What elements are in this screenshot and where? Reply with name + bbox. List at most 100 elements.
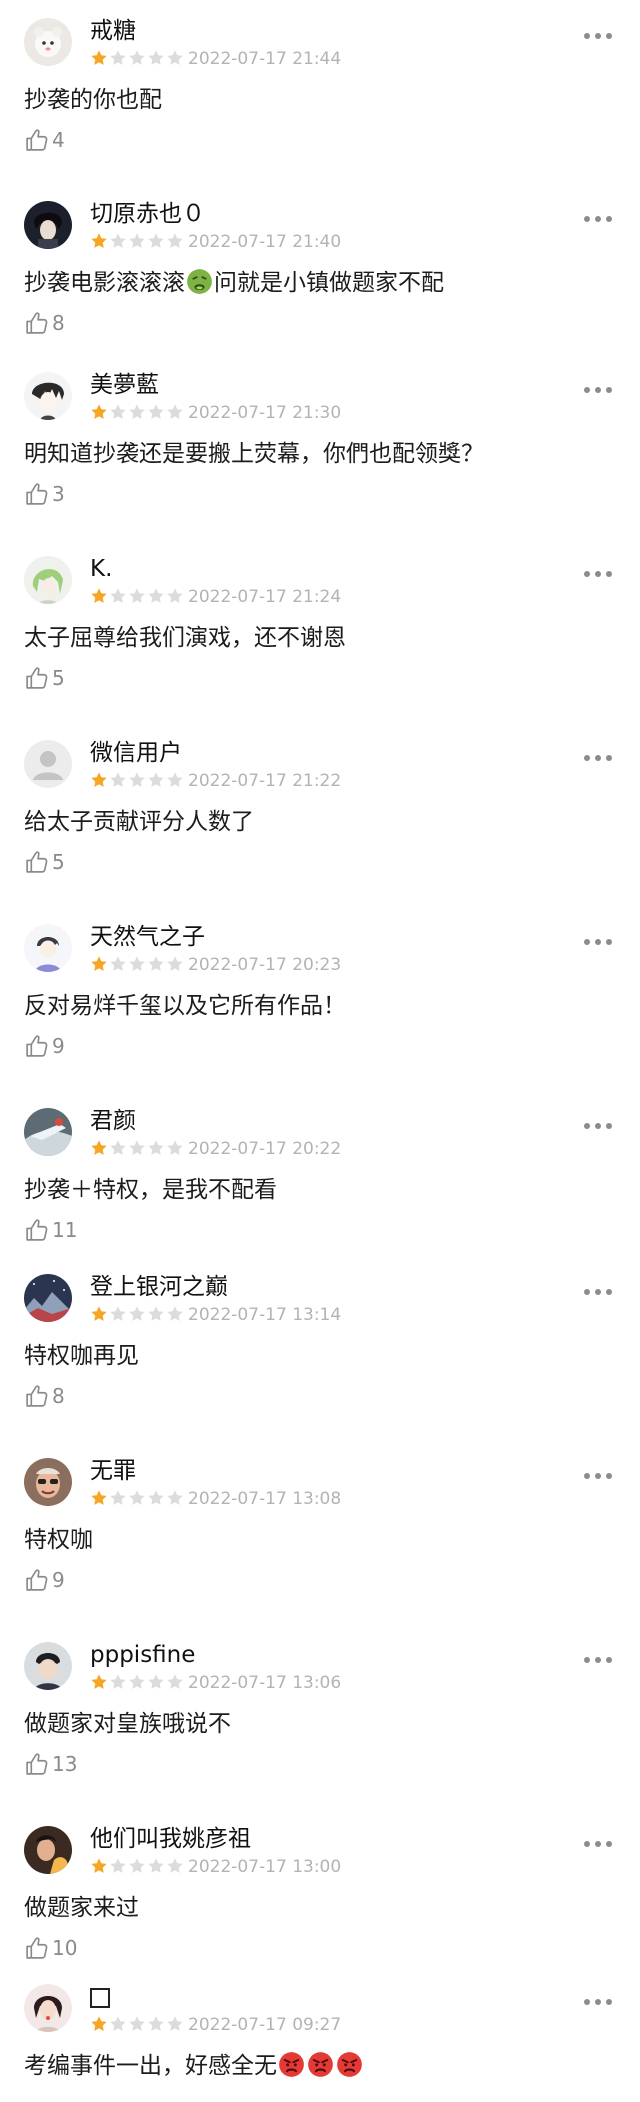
thumbs-up-icon bbox=[24, 1034, 49, 1059]
rating-stars bbox=[90, 2015, 184, 2035]
like-button[interactable]: 11 bbox=[24, 1216, 77, 1244]
star-icon bbox=[147, 49, 165, 67]
like-button[interactable]: 4 bbox=[24, 126, 65, 154]
star-icon bbox=[90, 1673, 108, 1691]
star-icon bbox=[166, 1305, 184, 1323]
more-dots-icon[interactable] bbox=[584, 1116, 612, 1136]
avatar[interactable] bbox=[24, 1984, 72, 2032]
star-icon bbox=[166, 1857, 184, 1875]
star-icon bbox=[109, 49, 127, 67]
star-icon bbox=[147, 1489, 165, 1507]
rating-stars bbox=[90, 1489, 184, 1509]
more-dots-icon[interactable] bbox=[584, 1992, 612, 2012]
star-icon bbox=[128, 403, 146, 421]
avatar[interactable] bbox=[24, 201, 72, 249]
star-icon bbox=[147, 1673, 165, 1691]
star-icon bbox=[128, 1139, 146, 1157]
like-button[interactable]: 3 bbox=[24, 480, 65, 508]
avatar[interactable] bbox=[24, 1458, 72, 1506]
username[interactable]: 微信用户 bbox=[90, 739, 182, 767]
like-button[interactable]: 8 bbox=[24, 309, 65, 337]
username[interactable] bbox=[90, 1983, 110, 2011]
like-button[interactable]: 10 bbox=[24, 1934, 77, 1962]
more-dots-icon[interactable] bbox=[584, 1466, 612, 1486]
username[interactable]: 戒糖 bbox=[90, 17, 136, 45]
thumbs-up-icon bbox=[24, 1752, 49, 1777]
like-button[interactable]: 9 bbox=[24, 1032, 65, 1060]
nauseated-face-icon bbox=[186, 268, 213, 295]
more-dots-icon[interactable] bbox=[584, 1650, 612, 1670]
comment-text: 明知道抄袭还是要搬上荧幕，你們也配领獎？ bbox=[24, 441, 484, 467]
angry-face-icon bbox=[278, 2051, 305, 2078]
like-button[interactable]: 5 bbox=[24, 664, 65, 692]
star-icon bbox=[166, 771, 184, 789]
username[interactable]: 登上银河之巅 bbox=[90, 1273, 228, 1301]
username[interactable]: 无罪 bbox=[90, 1457, 136, 1485]
like-count: 4 bbox=[52, 128, 65, 152]
comment-time: 2022-07-17 13:00 bbox=[188, 1857, 342, 1877]
rating-stars bbox=[90, 1305, 184, 1325]
like-button[interactable]: 13 bbox=[24, 1750, 77, 1778]
username[interactable]: 君颜 bbox=[90, 1107, 136, 1135]
star-icon bbox=[109, 2015, 127, 2033]
avatar[interactable] bbox=[24, 372, 72, 420]
star-icon bbox=[128, 1489, 146, 1507]
rating-stars bbox=[90, 1857, 184, 1877]
star-icon bbox=[109, 771, 127, 789]
like-button[interactable]: 9 bbox=[24, 1566, 65, 1594]
star-icon bbox=[128, 2015, 146, 2033]
avatar[interactable] bbox=[24, 1274, 72, 1322]
like-count: 11 bbox=[52, 1218, 78, 1242]
avatar[interactable] bbox=[24, 556, 72, 604]
username[interactable]: K. bbox=[90, 555, 112, 583]
star-icon bbox=[147, 771, 165, 789]
username[interactable]: pppisfine bbox=[90, 1641, 195, 1669]
more-dots-icon[interactable] bbox=[584, 748, 612, 768]
thumbs-up-icon bbox=[24, 1218, 49, 1243]
thumbs-up-icon bbox=[24, 128, 49, 153]
comment-text: 太子屈尊给我们演戏，还不谢恩 bbox=[24, 625, 346, 651]
star-icon bbox=[128, 49, 146, 67]
comment-text: 考编事件一出，好感全无 bbox=[24, 2050, 364, 2082]
star-icon bbox=[128, 1857, 146, 1875]
comment-time: 2022-07-17 09:27 bbox=[188, 2015, 342, 2035]
more-dots-icon[interactable] bbox=[584, 932, 612, 952]
username[interactable]: 切原赤也０ bbox=[90, 200, 205, 228]
star-icon bbox=[90, 955, 108, 973]
avatar[interactable] bbox=[24, 1108, 72, 1156]
avatar[interactable] bbox=[24, 1642, 72, 1690]
star-icon bbox=[109, 955, 127, 973]
comment-text: 反对易烊千玺以及它所有作品！ bbox=[24, 993, 346, 1019]
rating-stars bbox=[90, 771, 184, 791]
more-dots-icon[interactable] bbox=[584, 564, 612, 584]
star-icon bbox=[147, 1857, 165, 1875]
star-icon bbox=[128, 1305, 146, 1323]
username[interactable]: 天然气之子 bbox=[90, 923, 205, 951]
avatar[interactable] bbox=[24, 1826, 72, 1874]
avatar[interactable] bbox=[24, 924, 72, 972]
more-dots-icon[interactable] bbox=[584, 1834, 612, 1854]
like-button[interactable]: 8 bbox=[24, 1382, 65, 1410]
star-icon bbox=[147, 955, 165, 973]
username[interactable]: 美夢藍 bbox=[90, 371, 159, 399]
more-dots-icon[interactable] bbox=[584, 26, 612, 46]
like-button[interactable]: 5 bbox=[24, 848, 65, 876]
comment-text: 抄袭＋特权，是我不配看 bbox=[24, 1177, 277, 1203]
star-icon bbox=[90, 1139, 108, 1157]
star-icon bbox=[166, 49, 184, 67]
star-icon bbox=[147, 232, 165, 250]
avatar[interactable] bbox=[24, 18, 72, 66]
username[interactable]: 他们叫我姚彦祖 bbox=[90, 1825, 251, 1853]
more-dots-icon[interactable] bbox=[584, 1282, 612, 1302]
more-dots-icon[interactable] bbox=[584, 209, 612, 229]
comment-text: 特权咖 bbox=[24, 1527, 93, 1553]
star-icon bbox=[109, 1139, 127, 1157]
like-count: 13 bbox=[52, 1752, 78, 1776]
star-icon bbox=[147, 1139, 165, 1157]
rating-stars bbox=[90, 49, 184, 69]
thumbs-up-icon bbox=[24, 1384, 49, 1409]
rating-stars bbox=[90, 587, 184, 607]
more-dots-icon[interactable] bbox=[584, 380, 612, 400]
avatar[interactable] bbox=[24, 740, 72, 788]
rating-stars bbox=[90, 955, 184, 975]
